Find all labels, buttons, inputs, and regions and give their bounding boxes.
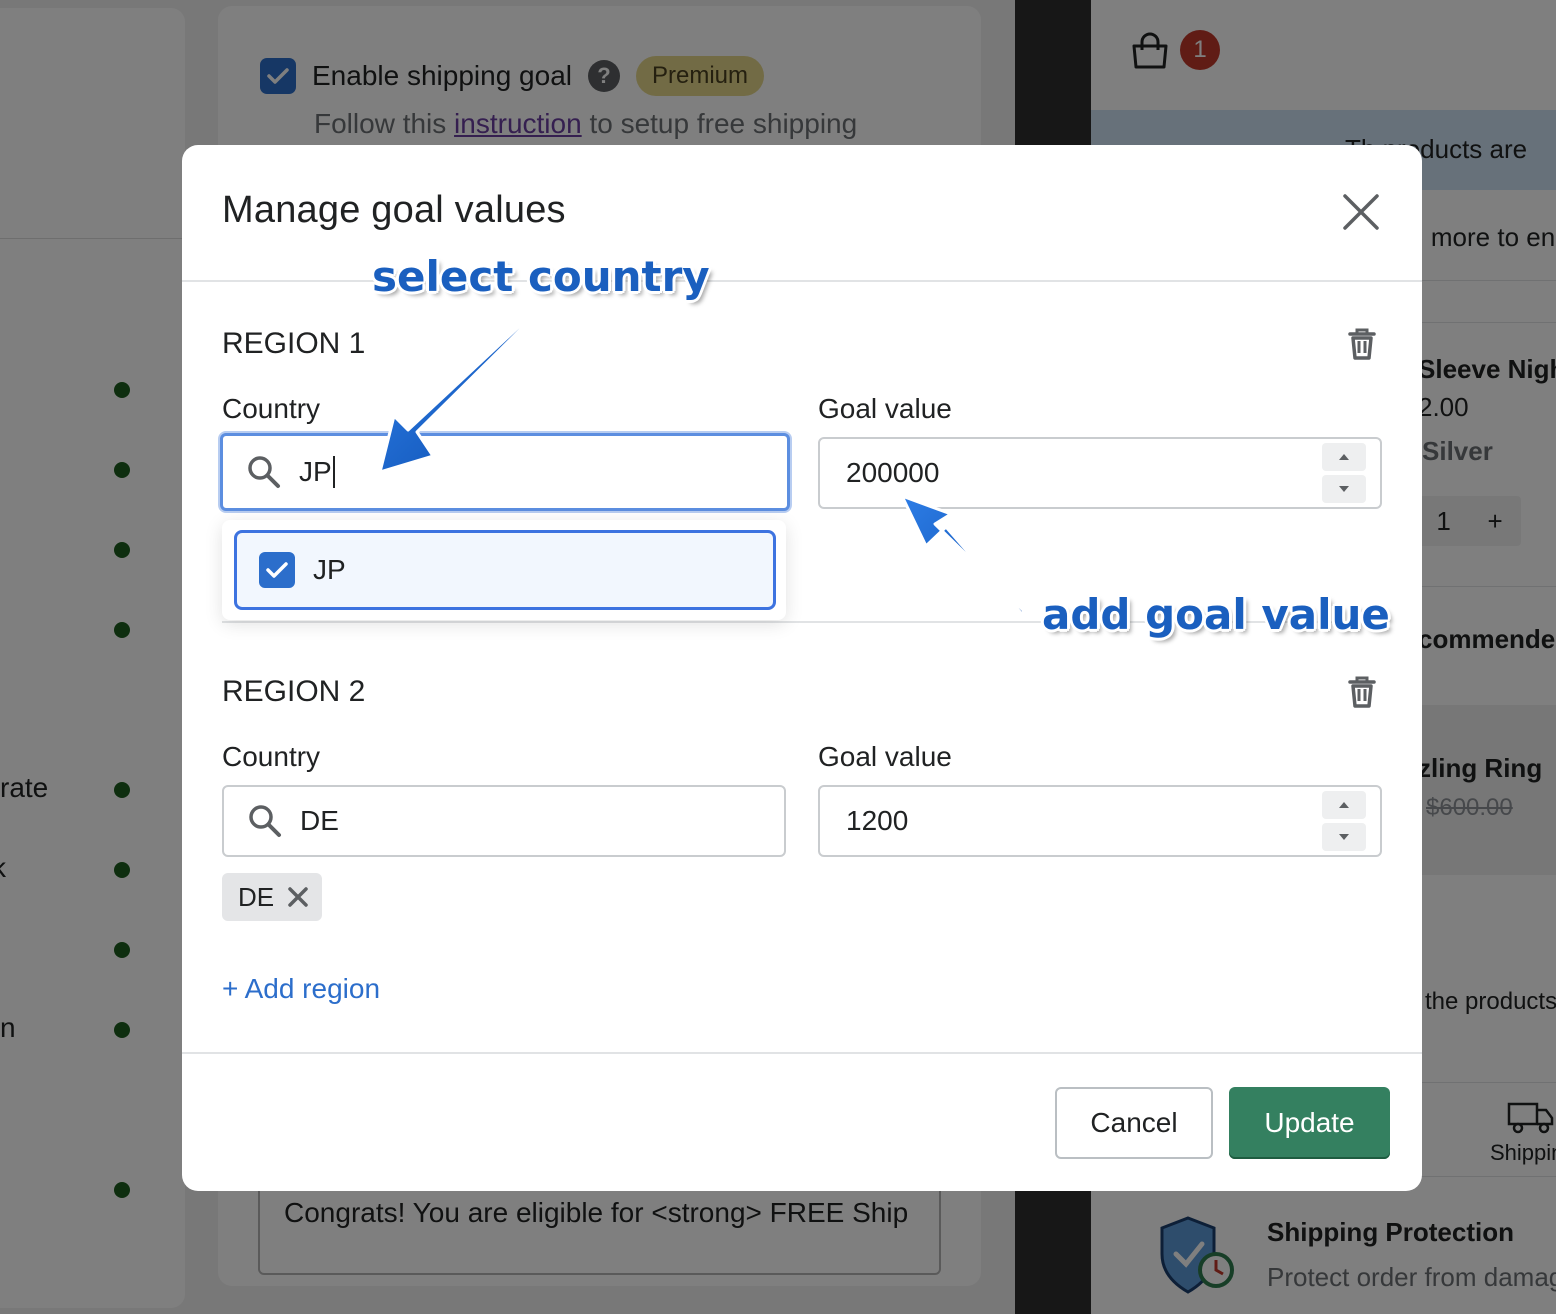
close-icon	[1343, 194, 1379, 230]
close-icon	[288, 887, 308, 907]
search-icon	[248, 804, 282, 838]
cancel-button[interactable]: Cancel	[1055, 1087, 1213, 1159]
region-2-title: REGION 2	[222, 675, 366, 708]
modal-title: Manage goal values	[222, 189, 566, 231]
footer-divider	[182, 1052, 1422, 1054]
option-checkbox[interactable]	[259, 552, 295, 588]
caret-up-icon	[1339, 454, 1349, 460]
check-icon	[266, 562, 288, 578]
add-region-button[interactable]: + Add region	[222, 973, 380, 1005]
modal-header: Manage goal values	[182, 145, 1422, 282]
manage-goal-values-modal: Manage goal values REGION 1 Country Goal…	[182, 145, 1422, 1191]
goal-value-label: Goal value	[818, 393, 952, 424]
close-button[interactable]	[1342, 193, 1380, 231]
caret-up-icon	[1339, 802, 1349, 808]
goal-value-label: Goal value	[818, 741, 952, 772]
country-search-value: JP	[299, 456, 332, 487]
country-label: Country	[222, 741, 321, 772]
country-tag: DE	[222, 873, 323, 921]
goal-value-text: 200000	[846, 457, 940, 488]
country-option[interactable]: JP	[234, 530, 776, 610]
country-search-input[interactable]: JP	[220, 433, 790, 511]
goal-value-stepper	[1322, 443, 1366, 503]
caret-down-icon	[1339, 486, 1349, 492]
country-search-input[interactable]: DE	[222, 785, 786, 857]
remove-tag-button[interactable]	[288, 887, 308, 907]
update-button[interactable]: Update	[1229, 1087, 1390, 1159]
trash-icon	[1348, 676, 1376, 708]
region-1-title: REGION 1	[222, 327, 366, 360]
add-goal-value-annotation: add goal value	[1042, 590, 1390, 639]
tag-label: DE	[238, 881, 275, 912]
select-country-annotation: select country	[372, 252, 710, 301]
increment-button[interactable]	[1322, 443, 1366, 471]
goal-value-input[interactable]: 200000	[818, 437, 1382, 509]
decrement-button[interactable]	[1322, 475, 1366, 503]
country-dropdown: JP	[222, 520, 786, 620]
country-search-value: DE	[300, 805, 339, 836]
search-icon	[247, 455, 281, 489]
trash-icon	[1348, 328, 1376, 360]
delete-region-2-button[interactable]	[1346, 675, 1378, 714]
caret-down-icon	[1339, 834, 1349, 840]
country-label: Country	[222, 393, 321, 424]
option-label: JP	[313, 554, 346, 585]
goal-value-stepper	[1322, 791, 1366, 851]
delete-region-1-button[interactable]	[1346, 327, 1378, 366]
text-caret	[332, 456, 335, 488]
decrement-button[interactable]	[1322, 823, 1366, 851]
goal-value-text: 1200	[846, 805, 909, 836]
increment-button[interactable]	[1322, 791, 1366, 819]
goal-value-input[interactable]: 1200	[818, 785, 1382, 857]
